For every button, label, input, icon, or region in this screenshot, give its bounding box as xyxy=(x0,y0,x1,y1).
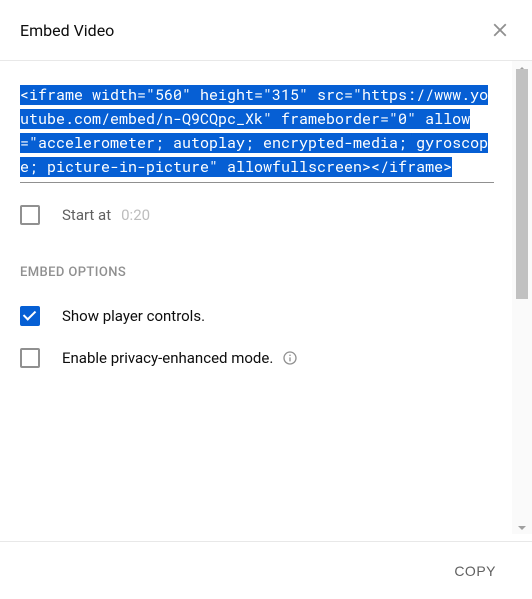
start-at-checkbox[interactable] xyxy=(20,205,40,225)
close-icon[interactable] xyxy=(488,18,512,42)
player-controls-row: Show player controls. xyxy=(20,306,494,326)
info-icon[interactable] xyxy=(281,349,299,367)
scrollbar-thumb[interactable] xyxy=(516,69,528,299)
content-wrap: <iframe width="560" height="315" src="ht… xyxy=(0,61,532,534)
player-controls-checkbox[interactable] xyxy=(20,306,40,326)
scrollbar-track[interactable] xyxy=(512,61,532,534)
dialog-content: <iframe width="560" height="315" src="ht… xyxy=(0,61,532,534)
embed-code-text: <iframe width="560" height="315" src="ht… xyxy=(20,85,488,177)
scroll-down-icon[interactable] xyxy=(518,526,526,530)
dialog-header: Embed Video xyxy=(0,0,532,61)
privacy-label: Enable privacy-enhanced mode. xyxy=(62,349,273,367)
privacy-checkbox[interactable] xyxy=(20,348,40,368)
dialog-title: Embed Video xyxy=(20,21,114,40)
embed-code-field[interactable]: <iframe width="560" height="315" src="ht… xyxy=(20,83,494,183)
player-controls-label: Show player controls. xyxy=(62,307,205,325)
x-icon xyxy=(489,19,511,41)
start-at-row: Start at 0:20 xyxy=(20,205,494,225)
privacy-row: Enable privacy-enhanced mode. xyxy=(20,348,494,368)
start-at-label: Start at xyxy=(62,206,111,224)
start-at-input[interactable]: 0:20 xyxy=(121,206,151,225)
embed-options-heading: EMBED OPTIONS xyxy=(20,265,512,280)
dialog-footer: COPY xyxy=(0,541,532,599)
copy-button[interactable]: COPY xyxy=(442,555,508,587)
